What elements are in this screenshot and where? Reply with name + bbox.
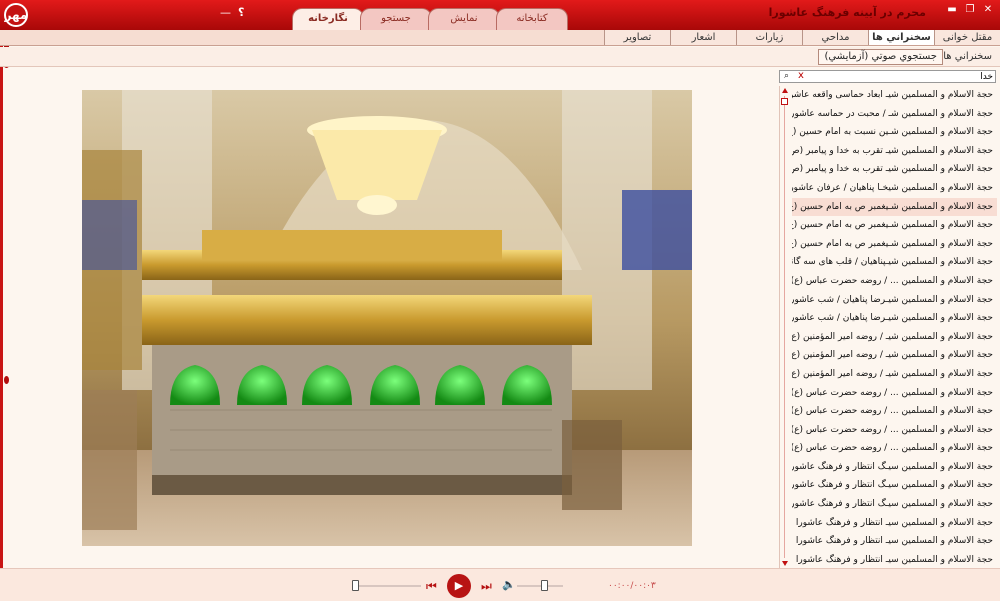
list-item[interactable]: حجة الاسلام و المسلمین شیخـا پناهیان / ع… [792,179,997,198]
list-scrollbar[interactable] [780,86,790,568]
shrine-illustration [82,90,692,546]
seek-knob[interactable] [352,580,359,591]
sub-bar: سخنراني ها جستجوي صوتي (آزمايشي) [0,47,1000,67]
search-icon[interactable]: ⌕ [781,71,792,82]
lecture-list: حجة الاسلام و المسلمین شیـ ابعاد حماسی و… [792,86,997,569]
lecture-list-panel: حجة الاسلام و المسلمین شیـ ابعاد حماسی و… [779,86,997,569]
list-item[interactable]: حجة الاسلام و المسلمین ... / روضه حضرت ع… [792,272,997,291]
play-button[interactable]: ▶ [447,574,471,598]
list-item[interactable]: حجة الاسلام و المسلمین شـیغمبر ص به امام… [792,216,997,235]
scroll-track[interactable] [784,96,785,558]
time-display: ۰۰:۰۰/۰۰:۰۳ [608,581,656,591]
list-item[interactable]: حجة الاسلام و المسلمین شیـرضا پناهیان / … [792,291,997,310]
list-item[interactable]: حجة الاسلام و المسلمین شیـ تقرب به خدا و… [792,160,997,179]
scroll-thumb[interactable] [781,98,788,105]
scroll-up-arrow-icon[interactable] [782,88,788,93]
tab-eulogy[interactable]: مداحي [802,30,868,45]
tab-show[interactable]: نمایش [428,8,500,30]
shrine-image [82,90,692,546]
volume-icon[interactable]: 🔈 [502,578,516,591]
seek-slider[interactable] [355,585,421,587]
list-item[interactable]: حجة الاسلام و المسلمین شیـپناهیان / قلب … [792,253,997,272]
list-item[interactable]: حجة الاسلام و المسلمین سیـگ انتظار و فره… [792,495,997,514]
previous-icon[interactable]: ⏮ [426,579,437,594]
tab-search[interactable]: جستجو [360,8,432,30]
search-input[interactable] [813,71,993,82]
close-button[interactable]: ✕ [982,4,994,16]
app-title: محرم در آیینه فرهنگ عاشورا [768,6,926,19]
list-item[interactable]: حجة الاسلام و المسلمین شـین نسبت به امام… [792,123,997,142]
left-border-decoration [0,30,3,570]
list-item[interactable]: حجة الاسلام و المسلمین شیـ / روضه امیر ا… [792,346,997,365]
list-item[interactable]: حجة الاسلام و المسلمین ... / روضه حضرت ع… [792,421,997,440]
list-item[interactable]: حجة الاسلام و المسلمین ... / روضه حضرت ع… [792,439,997,458]
tab-images[interactable]: تصاوير [604,30,670,45]
list-item[interactable]: حجة الاسلام و المسلمین شیـ ابعاد حماسی و… [792,86,997,105]
scroll-down-arrow-icon[interactable] [782,561,788,566]
help-button[interactable]: ؟ [238,6,244,19]
list-item[interactable]: حجة الاسلام و المسلمین شیـرضا پناهیان / … [792,309,997,328]
blood-drop-decoration [4,376,9,384]
list-item[interactable]: حجة الاسلام و المسلمین شیـ / روضه امیر ا… [792,365,997,384]
list-item[interactable]: حجة الاسلام و المسلمین ... / روضه حضرت ع… [792,402,997,421]
list-item[interactable]: حجة الاسلام و المسلمین سیـ انتظار و فرهن… [792,532,997,551]
window-controls: ▬ ❐ ✕ [946,4,994,16]
tab-ziyarat[interactable]: زيارات [736,30,802,45]
player-bar: ⏮ ▶ ⏭ 🔈 ۰۰:۰۰/۰۰:۰۳ [0,568,1000,601]
app-logo: مهر [4,3,28,27]
list-item[interactable]: حجة الاسلام و المسلمین شـیغمبر ص به امام… [792,235,997,254]
list-item[interactable]: حجة الاسلام و المسلمین سیـگ انتظار و فره… [792,476,997,495]
list-item[interactable]: حجة الاسلام و المسلمین شـیغمبر ص به امام… [792,197,997,217]
main-tabs: کتابخانه نمایش جستجو نگارخانه [268,8,568,30]
list-item[interactable]: حجة الاسلام و المسلمین شـ / محبت در حماس… [792,105,997,124]
volume-knob[interactable] [540,580,548,591]
tab-lectures[interactable]: سخنراني ها [868,30,934,45]
tab-library[interactable]: کتابخانه [496,8,568,30]
list-item[interactable]: حجة الاسلام و المسلمین ... / روضه حضرت ع… [792,384,997,403]
search-box: ⌕ x [779,70,996,83]
clear-search-button[interactable]: x [798,70,804,81]
minimize-button[interactable]: ▬ [946,4,958,16]
list-item[interactable]: حجة الاسلام و المسلمین شیـ تقرب به خدا و… [792,142,997,161]
voice-search-button[interactable]: جستجوي صوتي (آزمايشي) [818,49,943,65]
tab-maqtal[interactable]: مقتل خوانی [934,30,1000,45]
tab-poems[interactable]: اشعار [670,30,736,45]
tab-gallery[interactable]: نگارخانه [292,8,364,30]
list-item[interactable]: حجة الاسلام و المسلمین سیـگ انتظار و فره… [792,458,997,477]
category-bar: مقتل خوانی سخنراني ها مداحي زيارات اشعار… [0,30,1000,46]
list-item[interactable]: حجة الاسلام و المسلمین شیـ / روضه امیر ا… [792,328,997,347]
dash-label[interactable]: — [220,6,231,19]
list-item[interactable]: حجة الاسلام و المسلمین سیـ انتظار و فرهن… [792,551,997,570]
restore-button[interactable]: ❐ [964,4,976,16]
next-icon[interactable]: ⏭ [481,579,492,594]
breadcrumb: سخنراني ها [943,51,992,62]
list-item[interactable]: حجة الاسلام و المسلمین سیـ انتظار و فرهن… [792,514,997,533]
